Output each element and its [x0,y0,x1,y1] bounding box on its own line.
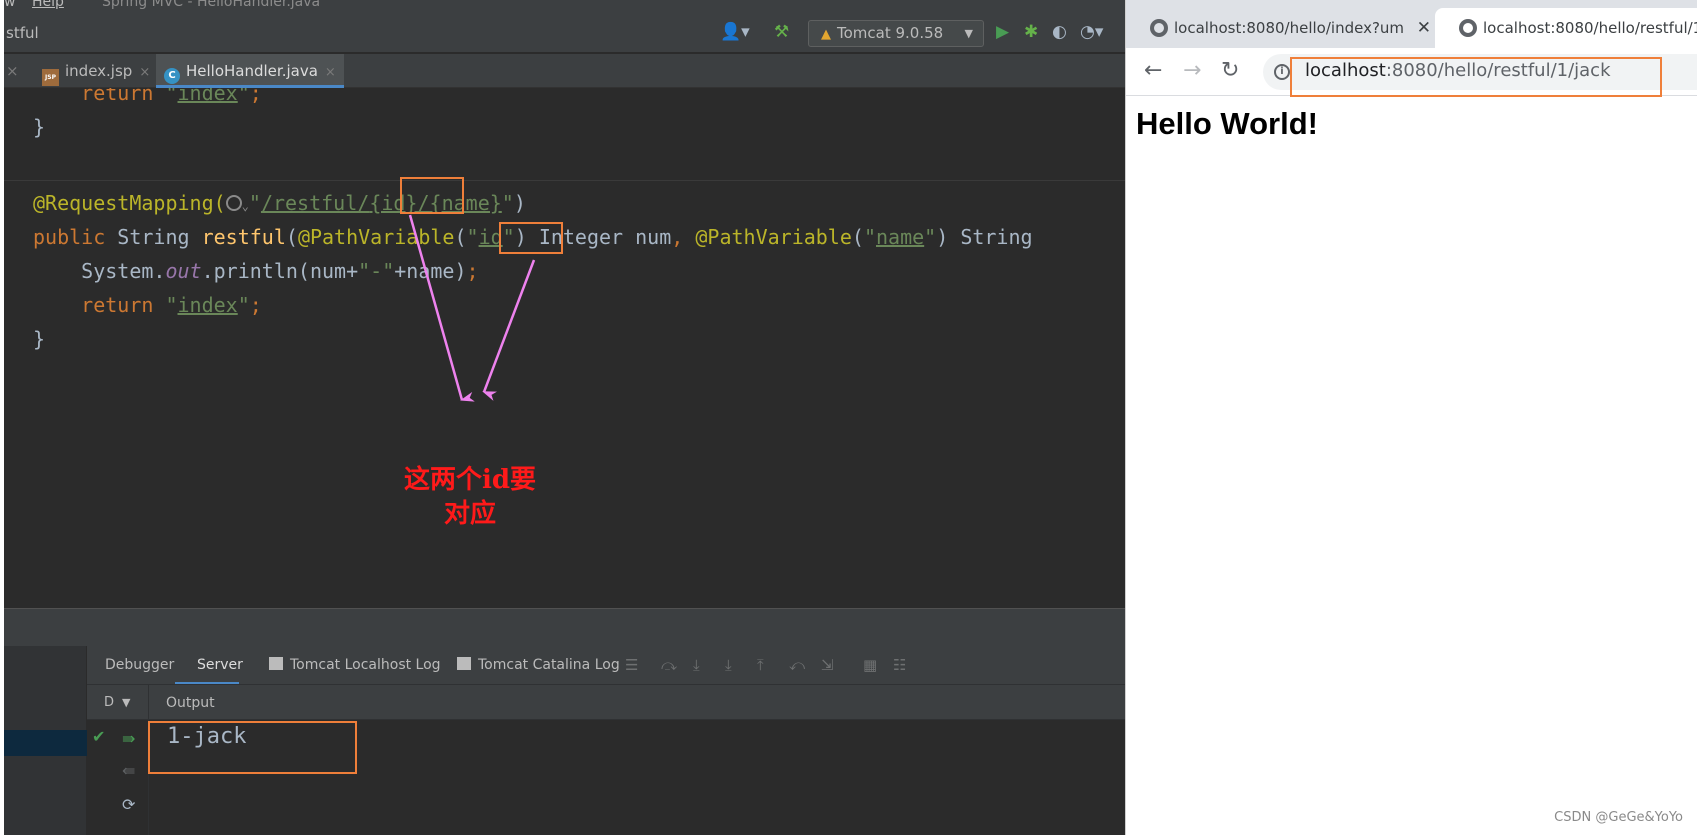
run-configuration-selector[interactable]: ▲ Tomcat 9.0.58 ▼ [808,20,984,47]
tab-server[interactable]: Server [197,646,243,684]
browser-tab-strip: localhost:8080/hello/index?um ✕ localhos… [1126,0,1697,48]
code-line-return: return "index"; [81,293,262,317]
services-tree[interactable] [4,646,87,835]
tomcat-icon: ▲ [821,27,831,42]
tab-scroll-close[interactable]: × [6,54,19,88]
step-into-icon[interactable]: ⤓ [693,646,700,684]
step-out-icon[interactable]: ⤒ [757,646,764,684]
browser-window: localhost:8080/hello/index?um ✕ localhos… [1125,0,1697,835]
page-heading: Hello World! [1136,106,1318,141]
highlight-box-url [1290,57,1662,97]
screenshot: w Help Spring MVC - HelloHandler.java st… [0,0,1697,835]
info-icon[interactable]: i [1274,64,1290,80]
tab-tomcat-catalina-log[interactable]: Tomcat Catalina Log [457,646,620,684]
browser-tab-restful[interactable]: localhost:8080/hello/restful/1/ [1435,8,1697,48]
close-icon[interactable]: ✕ [1417,8,1431,48]
build-hammer-icon[interactable]: ⚒ [774,22,789,42]
code-line: } [33,115,46,139]
run-subheader: D ▼ Output [87,684,1125,720]
chevron-down-icon[interactable]: ⌄ [242,199,249,213]
run-config-label: Tomcat 9.0.58 [837,24,944,42]
editor-tab-bar: × JSP index.jsp × C HelloHandler.java × [4,54,1125,88]
menu-lines-icon[interactable]: ☰ [625,646,638,684]
run-panel-tabs: Debugger Server Tomcat Localhost Log Tom… [87,646,1125,684]
evaluate-icon[interactable]: ▦ [863,646,877,684]
deploy-icon[interactable]: ⇛ [122,730,135,748]
selected-tree-row[interactable] [4,730,87,756]
highlight-box-path-id [400,177,464,214]
close-icon[interactable]: × [139,65,150,80]
trace-icon[interactable]: ☷ [893,646,906,684]
tab-debugger[interactable]: Debugger [105,646,174,684]
breadcrumb[interactable]: stful [6,24,39,42]
java-class-icon: C [164,68,180,84]
run-panel-header [4,608,1125,646]
run-to-cursor-icon[interactable]: ⇲ [821,646,834,684]
terminal-icon [457,657,471,670]
tab-label: index.jsp [65,62,133,80]
output-label: Output [166,695,215,711]
watermark: CSDN @GeGe&YoYo [1554,810,1683,825]
window-title: Spring MVC - HelloHandler.java [102,0,321,10]
highlight-box-output [148,721,357,774]
tab-title: localhost:8080/hello/restful/1/ [1483,19,1697,37]
account-icon[interactable]: 👤▾ [720,22,750,42]
reload-icon[interactable]: ↻ [1221,58,1239,84]
jsp-file-icon: JSP [42,69,59,86]
close-icon[interactable]: × [325,65,336,80]
tab-tomcat-localhost-log[interactable]: Tomcat Localhost Log [269,646,441,684]
terminal-icon [269,657,283,670]
code-line-println: System.out.println(num+"-"+name); [81,259,479,283]
globe-icon [1150,19,1168,37]
browser-tab-index[interactable]: localhost:8080/hello/index?um ✕ [1126,8,1439,48]
annotation-text: 这两个id要 对应 [403,465,537,529]
tab-hellohandler-java[interactable]: C HelloHandler.java × [156,54,344,88]
deployment-column-label: D [104,695,115,710]
profile-icon[interactable]: ◔▾ [1080,22,1103,42]
chevron-down-icon: ▼ [964,27,973,40]
menu-view[interactable]: w [4,0,15,10]
force-step-into-icon[interactable]: ⤓ [725,646,732,684]
coverage-icon[interactable]: ◐ [1052,22,1067,42]
forward-arrow-icon[interactable]: → [1183,58,1201,84]
globe-icon[interactable] [225,195,242,211]
method-separator [4,180,1125,181]
code-line: } [33,327,46,351]
chevron-down-icon[interactable]: ▼ [122,685,130,721]
tab-label: HelloHandler.java [186,62,318,80]
step-over-icon[interactable]: ⤼ [661,646,677,684]
run-icon[interactable]: ▶ [996,22,1009,42]
tab-title: localhost:8080/hello/index?um [1174,19,1405,37]
ide-window: w Help Spring MVC - HelloHandler.java st… [0,0,1125,835]
ide-toolbar: stful 👤▾ ⚒ ▲ Tomcat 9.0.58 ▼ ▶ ✱ ◐ ◔▾ [4,11,1125,53]
debug-bug-icon[interactable]: ✱ [1024,22,1038,42]
menu-help[interactable]: Help [32,0,64,10]
back-arrow-icon[interactable]: ← [1144,58,1162,84]
code-editor[interactable]: return "index"; } @RequestMapping(⌄"/res… [4,88,1125,608]
menu-bar: w Help Spring MVC - HelloHandler.java [4,0,1125,11]
check-icon: ✔ [92,727,106,746]
undeploy-icon[interactable]: ⇚ [122,762,135,780]
tab-index-jsp[interactable]: JSP index.jsp × [36,54,156,88]
drop-frame-icon[interactable]: ⤺ [789,646,805,684]
highlight-box-pathvariable-id [499,222,563,254]
refresh-icon[interactable]: ⟳ [122,796,135,814]
globe-icon [1459,19,1477,37]
code-line: return "index"; [81,88,262,105]
